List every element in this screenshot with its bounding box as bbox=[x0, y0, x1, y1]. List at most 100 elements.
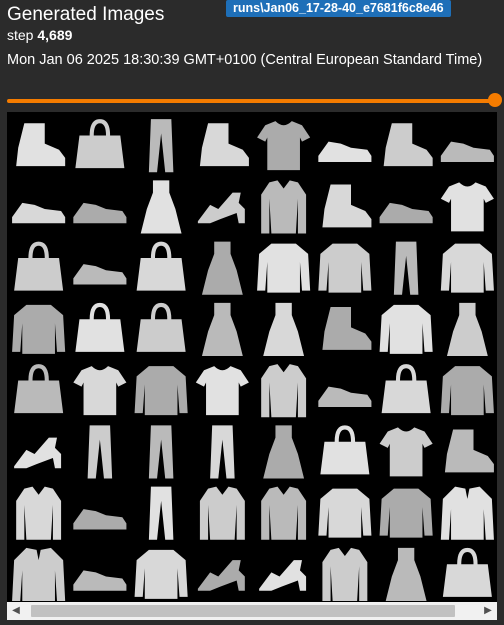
generated-ankle-boot-icon bbox=[16, 123, 66, 167]
silhouette-bag bbox=[75, 119, 125, 169]
generated-dress-icon bbox=[446, 302, 488, 356]
silhouette-pullover bbox=[257, 243, 311, 293]
generated-shirt-icon bbox=[322, 547, 368, 601]
silhouette-bag bbox=[136, 241, 186, 291]
generated-trouser-icon bbox=[148, 486, 174, 540]
generated-sandal-icon bbox=[197, 192, 245, 224]
step-slider-thumb[interactable] bbox=[488, 93, 502, 107]
generated-shirt-icon bbox=[261, 364, 307, 418]
generated-pullover-icon bbox=[134, 366, 188, 416]
silhouette-pullover bbox=[440, 366, 494, 416]
silhouette-bag bbox=[14, 364, 64, 414]
silhouette-tshirt bbox=[379, 427, 433, 477]
silhouette-coat bbox=[12, 547, 66, 601]
timestamp: Mon Jan 06 2025 18:30:39 GMT+0100 (Centr… bbox=[7, 52, 483, 68]
generated-bag-icon bbox=[75, 302, 125, 352]
generated-shirt-icon bbox=[261, 486, 307, 540]
generated-sneaker-icon bbox=[73, 202, 127, 224]
silhouette-ankle-boot bbox=[16, 123, 66, 167]
run-name-badge[interactable]: runs\Jan06_17-28-40_e7681f6c8e46 bbox=[226, 0, 451, 17]
silhouette-shirt bbox=[322, 547, 368, 601]
generated-bag-icon bbox=[14, 364, 64, 414]
silhouette-tshirt bbox=[440, 182, 494, 232]
card-title: Generated Images bbox=[7, 4, 165, 25]
generated-shirt-icon bbox=[199, 486, 245, 540]
generated-tshirt-icon bbox=[440, 182, 494, 232]
generated-sneaker-icon bbox=[73, 570, 127, 591]
silhouette-dress bbox=[385, 547, 427, 601]
silhouette-dress bbox=[140, 180, 182, 234]
generated-ankle-boot-icon bbox=[322, 184, 372, 228]
silhouette-coat bbox=[440, 486, 494, 540]
silhouette-sneaker bbox=[73, 570, 127, 591]
silhouette-dress bbox=[201, 241, 243, 295]
silhouette-sneaker bbox=[12, 202, 66, 224]
generated-sandal-icon bbox=[14, 437, 62, 469]
silhouette-pullover bbox=[440, 243, 494, 293]
generated-pullover-icon bbox=[440, 243, 494, 293]
generated-dress-icon bbox=[140, 180, 182, 234]
generated-ankle-boot-icon bbox=[199, 123, 249, 167]
silhouette-shirt bbox=[261, 364, 307, 418]
generated-image bbox=[7, 112, 497, 602]
silhouette-sneaker bbox=[73, 202, 127, 224]
silhouette-sneaker bbox=[379, 202, 433, 224]
silhouette-bag bbox=[75, 302, 125, 352]
silhouette-tshirt bbox=[73, 366, 127, 416]
step-label: step bbox=[7, 27, 34, 43]
silhouette-bag bbox=[442, 547, 492, 597]
generated-pullover-icon bbox=[379, 304, 433, 354]
silhouette-ankle-boot bbox=[444, 429, 494, 473]
scroll-left-icon[interactable]: ◀ bbox=[7, 602, 25, 620]
generated-sneaker-icon bbox=[73, 264, 127, 285]
silhouette-sandal bbox=[14, 437, 62, 469]
generated-shirt-icon bbox=[261, 180, 307, 234]
silhouette-trouser bbox=[87, 425, 113, 479]
silhouette-pullover bbox=[379, 304, 433, 354]
horizontal-scrollbar[interactable]: ◀ ▶ bbox=[7, 602, 497, 620]
silhouette-shirt bbox=[199, 486, 245, 540]
silhouette-ankle-boot bbox=[199, 123, 249, 167]
silhouette-bag bbox=[320, 425, 370, 475]
silhouette-trouser bbox=[148, 425, 174, 479]
generated-dress-icon bbox=[263, 302, 305, 356]
generated-bag-icon bbox=[320, 425, 370, 475]
generated-dress-icon bbox=[263, 425, 305, 479]
silhouette-ankle-boot bbox=[383, 123, 433, 167]
generated-bag-icon bbox=[14, 241, 64, 291]
generated-dress-icon bbox=[201, 241, 243, 295]
silhouette-sneaker bbox=[318, 141, 372, 162]
scalar-image-card: Generated Images runs\Jan06_17-28-40_e76… bbox=[0, 0, 504, 625]
silhouette-dress bbox=[263, 425, 305, 479]
step-slider-track[interactable] bbox=[7, 99, 495, 103]
step-value: 4,689 bbox=[37, 27, 73, 43]
silhouette-sneaker bbox=[73, 264, 127, 285]
silhouette-shirt bbox=[261, 180, 307, 234]
silhouette-pullover bbox=[134, 549, 188, 599]
generated-bag-icon bbox=[136, 302, 186, 352]
silhouette-trouser bbox=[148, 486, 174, 540]
silhouette-sneaker bbox=[73, 509, 127, 530]
silhouette-bag bbox=[136, 302, 186, 352]
generated-coat-icon bbox=[12, 547, 66, 601]
silhouette-sandal bbox=[259, 560, 307, 591]
generated-tshirt-icon bbox=[195, 366, 249, 416]
generated-pullover-icon bbox=[318, 488, 372, 538]
generated-pullover-icon bbox=[12, 304, 66, 354]
scroll-thumb[interactable] bbox=[31, 605, 455, 617]
silhouette-ankle-boot bbox=[322, 184, 372, 228]
generated-pullover-icon bbox=[379, 488, 433, 538]
generated-pullover-icon bbox=[440, 366, 494, 416]
generated-sandal-icon bbox=[197, 560, 245, 591]
generated-pullover-icon bbox=[134, 549, 188, 599]
silhouette-dress bbox=[446, 302, 488, 356]
generated-pullover-icon bbox=[318, 243, 372, 293]
generated-sandal-icon bbox=[259, 560, 307, 591]
silhouette-ankle-boot bbox=[322, 306, 372, 350]
generated-sneaker-icon bbox=[440, 141, 494, 162]
silhouette-pullover bbox=[318, 243, 372, 293]
silhouette-sneaker bbox=[318, 386, 372, 407]
scroll-right-icon[interactable]: ▶ bbox=[479, 602, 497, 620]
silhouette-pullover bbox=[318, 488, 372, 538]
generated-dress-icon bbox=[385, 547, 427, 601]
